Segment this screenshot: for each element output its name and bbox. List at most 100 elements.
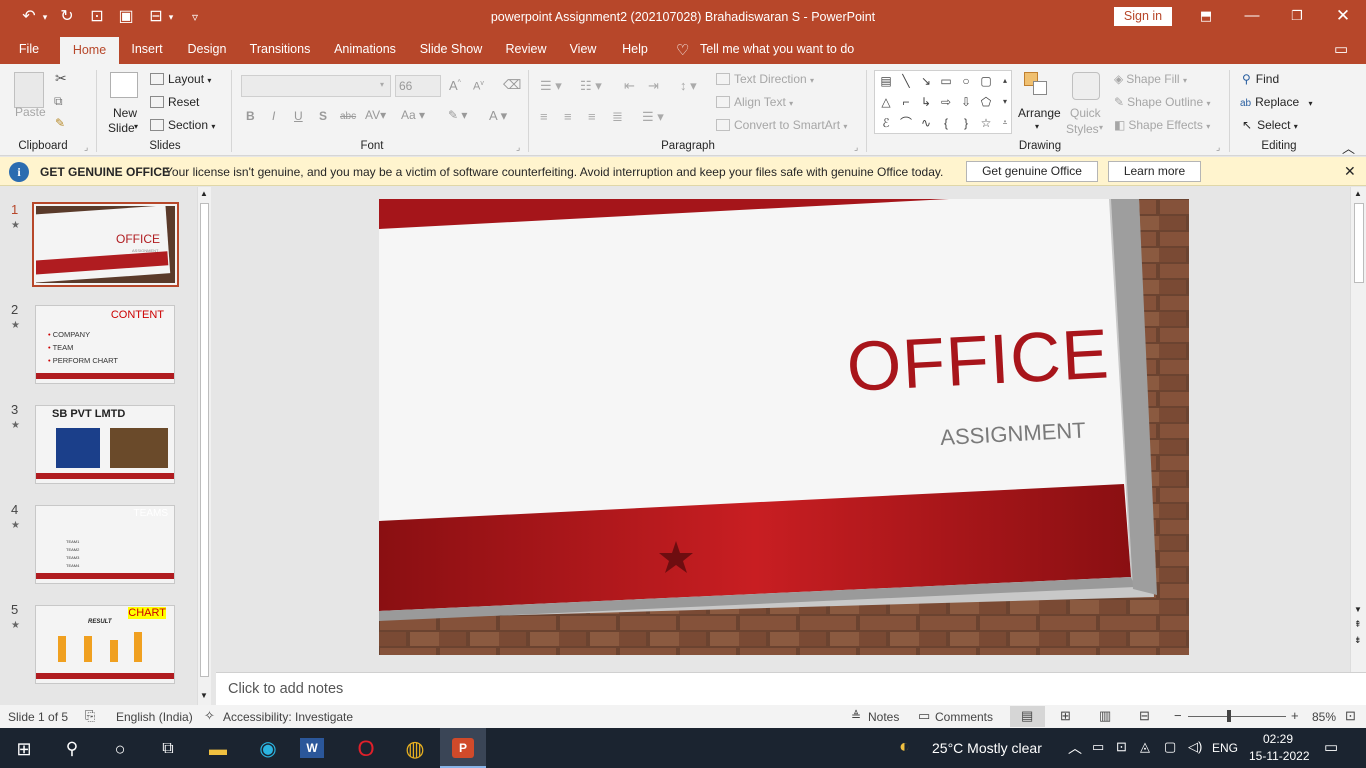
close-icon[interactable]: ✕ xyxy=(1329,5,1357,27)
pentagon-shape-icon[interactable]: ⬠ xyxy=(979,95,993,109)
notifications-icon[interactable]: ▭ xyxy=(1324,738,1338,756)
clipboard-launcher-icon[interactable]: ⌟ xyxy=(84,142,88,153)
search-icon[interactable]: ⚲ xyxy=(52,734,92,764)
cut-icon[interactable]: ✂ xyxy=(55,70,67,87)
reading-view-icon[interactable]: ▥ xyxy=(1099,708,1111,724)
bullets-icon[interactable]: ☰ ▾ xyxy=(540,78,562,94)
notes-toggle-button[interactable]: Notes xyxy=(868,710,899,724)
previous-slide-icon[interactable]: ⇞ xyxy=(1354,619,1362,630)
slide-thumbnail-5[interactable]: CHART RESULT xyxy=(35,605,175,684)
display-icon[interactable]: ▢ xyxy=(1164,739,1176,755)
scroll-thumb[interactable] xyxy=(1354,203,1364,283)
smartart-button[interactable]: Convert to SmartArt ▾ xyxy=(716,118,847,132)
collapse-ribbon-icon[interactable]: ︿ xyxy=(1342,138,1355,157)
scroll-up-icon[interactable]: ▲ xyxy=(1354,189,1362,198)
arrange-button[interactable]: Arrange xyxy=(1018,106,1061,120)
shape-fill-button[interactable]: ◈ Shape Fill ▾ xyxy=(1114,72,1187,86)
new-slide-dropdown-icon[interactable]: ▾ xyxy=(134,122,138,131)
learn-more-button[interactable]: Learn more xyxy=(1108,161,1201,182)
accessibility-icon[interactable]: ✧ xyxy=(204,708,215,724)
shadow-button[interactable]: S xyxy=(319,109,327,123)
thumbnail-scrollbar[interactable]: ▲ ▼ xyxy=(197,187,211,705)
italic-button[interactable]: I xyxy=(272,109,275,123)
scroll-down-icon[interactable]: ▼ xyxy=(1354,605,1362,614)
opera-icon[interactable]: O xyxy=(346,734,386,764)
align-center-icon[interactable]: ≡ xyxy=(564,109,572,124)
quick-styles-label-1[interactable]: Quick xyxy=(1070,106,1101,120)
character-spacing-icon[interactable]: AV▾ xyxy=(365,108,386,122)
sign-in-button[interactable]: Sign in xyxy=(1114,7,1172,26)
word-icon[interactable]: W xyxy=(300,738,324,758)
tell-me-search[interactable]: Tell me what you want to do xyxy=(700,34,860,64)
notes-toggle-icon[interactable]: ≜ xyxy=(851,709,861,723)
shrink-font-icon[interactable]: Av xyxy=(473,80,484,93)
elbow-arrow-icon[interactable]: ↳ xyxy=(919,95,933,109)
shape-effects-button[interactable]: ◧ Shape Effects ▾ xyxy=(1114,118,1210,132)
down-arrow-shape-icon[interactable]: ⇩ xyxy=(959,95,973,109)
textbox-shape-icon[interactable]: ▤ xyxy=(879,74,893,88)
tab-help[interactable]: Help xyxy=(616,34,654,64)
shape-outline-button[interactable]: ✎ Shape Outline ▾ xyxy=(1114,95,1210,109)
infobar-close-icon[interactable]: ✕ xyxy=(1344,163,1356,180)
new-slide-icon[interactable] xyxy=(110,72,138,98)
zoom-slider[interactable] xyxy=(1188,716,1286,717)
zoom-out-icon[interactable]: − xyxy=(1174,708,1182,723)
quick-styles-label-2[interactable]: Styles xyxy=(1066,122,1099,136)
line-shape-icon[interactable]: ╲ xyxy=(899,74,913,88)
battery-meter-icon[interactable]: ▭ xyxy=(1092,739,1104,755)
format-painter-icon[interactable]: ✎ xyxy=(55,116,65,130)
clear-formatting-icon[interactable]: ⌫ xyxy=(503,77,521,93)
slide-thumbnail-3[interactable]: SB PVT LMTD xyxy=(35,405,175,484)
font-launcher-icon[interactable]: ⌟ xyxy=(516,142,520,153)
spelling-icon[interactable]: ⎘ xyxy=(85,708,95,724)
zoom-slider-thumb[interactable] xyxy=(1227,710,1231,722)
tab-view[interactable]: View xyxy=(564,34,602,64)
scroll-down-icon[interactable]: ▼ xyxy=(200,691,208,700)
network-icon[interactable]: ◬ xyxy=(1140,739,1150,755)
accessibility-status[interactable]: Accessibility: Investigate xyxy=(223,710,353,724)
powerpoint-taskbar-button[interactable]: P xyxy=(440,728,486,768)
tab-slide-show[interactable]: Slide Show xyxy=(416,34,486,64)
elbow-connector-icon[interactable]: ⌐ xyxy=(899,95,913,109)
new-slide-label-2[interactable]: Slide xyxy=(108,121,135,135)
section-button[interactable]: Section ▾ xyxy=(150,118,215,132)
quick-styles-dropdown-icon[interactable]: ▾ xyxy=(1099,123,1103,132)
show-hidden-icons[interactable]: ︿ xyxy=(1068,738,1082,758)
fit-to-window-icon[interactable]: ⊡ xyxy=(1345,708,1356,724)
tab-insert[interactable]: Insert xyxy=(124,34,170,64)
reset-button[interactable]: Reset xyxy=(150,95,199,109)
bold-button[interactable]: B xyxy=(246,109,255,123)
volume-icon[interactable]: ◁) xyxy=(1188,739,1202,755)
tab-animations[interactable]: Animations xyxy=(328,34,402,64)
arrow-line-shape-icon[interactable]: ↘ xyxy=(919,74,933,88)
font-name-field[interactable] xyxy=(241,75,391,97)
layout-button[interactable]: Layout ▾ xyxy=(150,72,211,86)
weather-text[interactable]: 25°C Mostly clear xyxy=(932,740,1042,756)
highlight-icon[interactable]: ✎ ▾ xyxy=(448,108,467,122)
right-arrow-shape-icon[interactable]: ⇨ xyxy=(939,95,953,109)
line-spacing-icon[interactable]: ↕ ▾ xyxy=(680,78,697,94)
freeform-shape-icon[interactable]: ℰ xyxy=(879,116,893,130)
scroll-up-icon[interactable]: ▲ xyxy=(200,189,208,198)
edge-browser-icon[interactable]: ◉ xyxy=(248,734,288,764)
scroll-thumb[interactable] xyxy=(200,203,209,677)
next-slide-icon[interactable]: ⇟ xyxy=(1354,635,1362,646)
slide-canvas[interactable]: OFFICE ASSIGNMENT xyxy=(379,199,1189,655)
weather-icon[interactable]: ◐ xyxy=(899,736,910,757)
paste-button[interactable]: Paste xyxy=(15,105,46,119)
grow-font-icon[interactable]: A^ xyxy=(449,78,461,93)
justify-icon[interactable]: ≣ xyxy=(612,109,623,125)
tab-home[interactable]: Home xyxy=(60,37,119,64)
slide-thumbnail-4[interactable]: TEAMS TEAM1 TEAM2 TEAM3 TEAM4 xyxy=(35,505,175,584)
drawing-launcher-icon[interactable]: ⌟ xyxy=(1216,142,1220,153)
comments-icon[interactable]: ▭ xyxy=(1334,40,1348,58)
new-slide-label-1[interactable]: New xyxy=(113,106,137,120)
language-indicator-taskbar[interactable]: ENG xyxy=(1212,741,1238,755)
rectangle-shape-icon[interactable]: ▭ xyxy=(939,74,953,88)
notes-pane[interactable]: Click to add notes xyxy=(216,672,1366,705)
tab-review[interactable]: Review xyxy=(500,34,552,64)
zoom-level[interactable]: 85% xyxy=(1312,710,1336,724)
text-direction-button[interactable]: Text Direction ▾ xyxy=(716,72,814,86)
gallery-more-icon[interactable]: ⩡ xyxy=(998,116,1012,130)
slide-title[interactable]: OFFICE xyxy=(845,313,1111,407)
